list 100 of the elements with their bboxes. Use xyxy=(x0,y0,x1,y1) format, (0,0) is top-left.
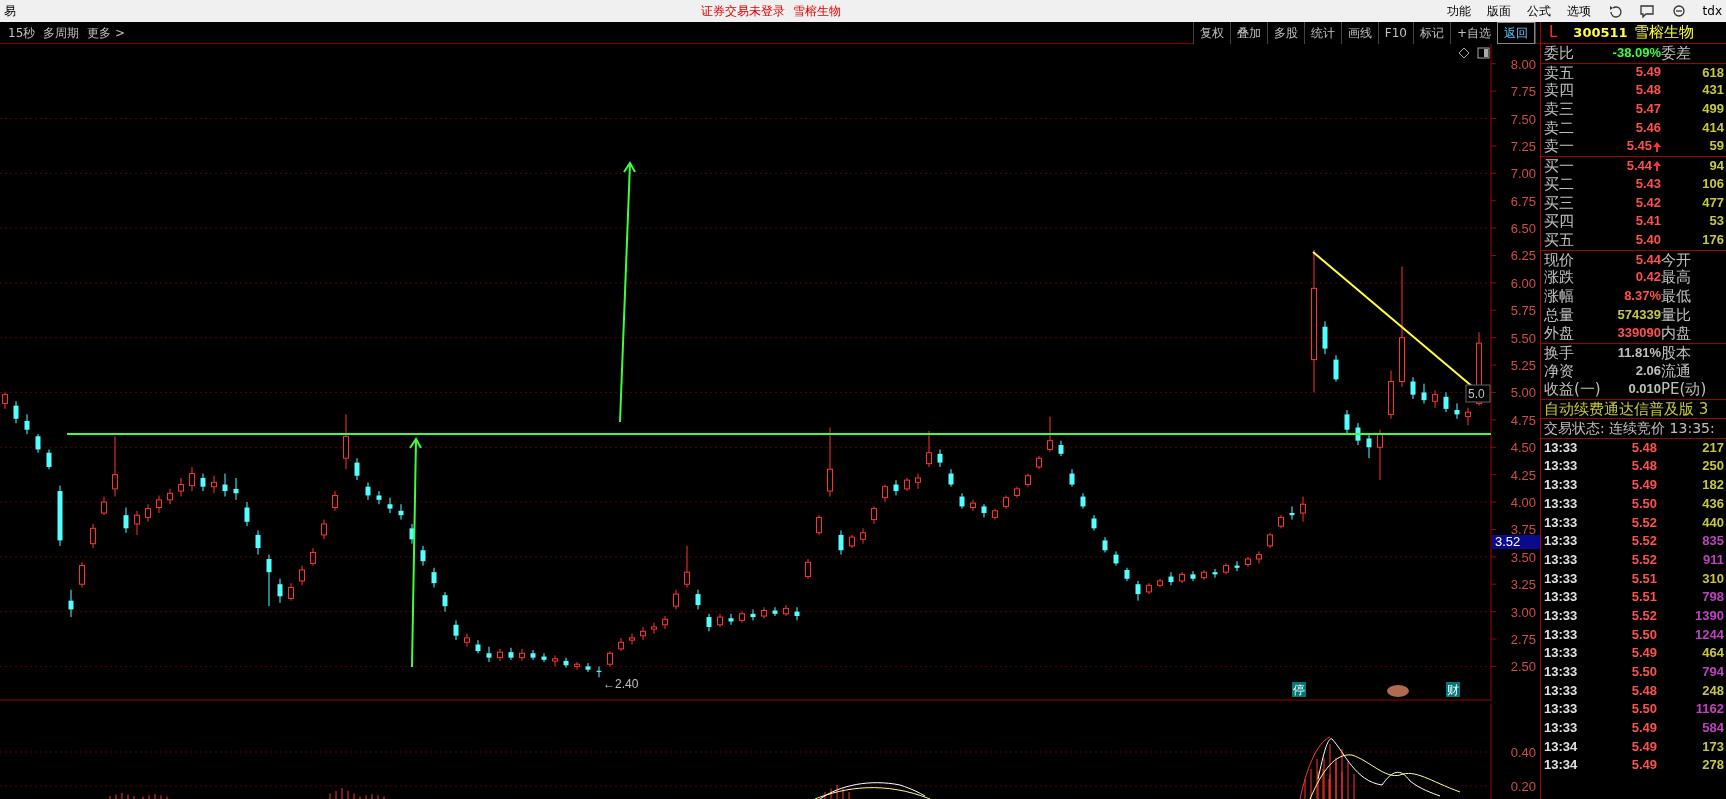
stock-code: 300511 xyxy=(1573,23,1628,42)
field-value: 2.06 xyxy=(1634,361,1661,380)
toolbar-button[interactable]: 返回 xyxy=(1497,21,1535,44)
candlestick xyxy=(728,613,734,626)
tick-price: 5.51 xyxy=(1630,569,1658,588)
tick-price: 5.49 xyxy=(1630,737,1658,756)
axis-label: 6.50 xyxy=(1510,221,1536,237)
field-label: 流通 xyxy=(1661,361,1692,381)
axis-tick xyxy=(1490,611,1497,613)
candlestick xyxy=(596,665,602,678)
candlestick xyxy=(1190,570,1196,582)
candlestick xyxy=(321,519,327,540)
tick-volume: 911 xyxy=(1702,550,1725,569)
candlestick xyxy=(838,530,844,556)
field-label: 量比 xyxy=(1661,305,1692,325)
candlestick xyxy=(750,608,756,621)
order-label: 卖一 xyxy=(1543,137,1575,157)
candlestick xyxy=(68,589,74,618)
field-label: 净资 xyxy=(1543,361,1575,381)
axis-tick xyxy=(1490,172,1497,174)
tick-price: 5.50 xyxy=(1630,494,1658,513)
candlestick xyxy=(420,545,426,567)
candlestick xyxy=(1113,550,1119,567)
tick-price: 5.49 xyxy=(1630,476,1658,495)
trade-status: 交易状态: 连续竞价 13:35: xyxy=(1543,419,1715,436)
candlestick xyxy=(233,477,239,501)
menu-item[interactable]: 功能 xyxy=(1446,2,1471,20)
candlestick xyxy=(893,479,899,496)
order-volume: 53 xyxy=(1708,212,1725,231)
candlestick xyxy=(1344,409,1350,435)
toolbar-link[interactable]: 15秒 xyxy=(8,23,36,42)
tick-time: 13:33 xyxy=(1543,476,1579,495)
tick-price: 5.52 xyxy=(1630,606,1658,625)
candlestick xyxy=(332,490,338,512)
candlestick xyxy=(376,490,382,505)
candlestick xyxy=(508,647,514,661)
order-volume: 618 xyxy=(1701,63,1725,82)
field-label: 内盘 xyxy=(1661,324,1692,343)
order-label: 买四 xyxy=(1543,212,1575,231)
candlestick xyxy=(442,591,448,613)
candlestick xyxy=(530,649,536,661)
order-price: 5.49 xyxy=(1635,63,1661,82)
speech-bubble-icon[interactable] xyxy=(1638,3,1655,19)
tick-time: 13:33 xyxy=(1543,532,1579,551)
toolbar-button[interactable]: 复权 xyxy=(1192,21,1230,44)
event-marker[interactable]: 财 xyxy=(1446,682,1460,697)
candlestick xyxy=(1454,402,1460,420)
order-label: 买一 xyxy=(1543,157,1575,175)
order-price: 5.41 xyxy=(1635,212,1661,231)
candlestick xyxy=(970,499,976,512)
candlestick xyxy=(805,558,811,580)
candlestick xyxy=(1322,320,1328,355)
marker-icon[interactable] xyxy=(1387,685,1409,697)
tick-time: 13:33 xyxy=(1543,569,1579,588)
tick-price: 5.51 xyxy=(1630,588,1658,607)
order-volume: 94 xyxy=(1708,157,1725,175)
menu-item[interactable]: 选项 xyxy=(1566,2,1591,20)
menu-item[interactable]: 版面 xyxy=(1486,2,1511,20)
candlestick xyxy=(266,554,272,607)
candlestick xyxy=(112,435,118,498)
candlestick xyxy=(211,475,217,494)
up-arrow-icon xyxy=(1653,142,1661,152)
event-marker[interactable]: 停 xyxy=(1292,682,1306,697)
axis-label: 7.75 xyxy=(1510,84,1536,100)
tick-price: 5.50 xyxy=(1630,700,1658,719)
panel-icon[interactable] xyxy=(1477,47,1490,59)
tick-time: 13:34 xyxy=(1543,737,1579,756)
candlestick xyxy=(244,501,250,527)
candlestick xyxy=(178,477,184,498)
candlestick xyxy=(365,481,371,501)
candlestick xyxy=(431,567,437,589)
candlestick xyxy=(1377,429,1383,481)
candlestick xyxy=(959,492,965,510)
diamond-icon[interactable] xyxy=(1458,47,1470,59)
ring-icon[interactable] xyxy=(1670,3,1687,19)
axis-tick xyxy=(1490,364,1497,366)
menu-item[interactable]: 公式 xyxy=(1526,2,1551,20)
candlestick xyxy=(552,654,558,667)
field-value: 5.44 xyxy=(1634,250,1661,269)
axis-label: 4.50 xyxy=(1510,440,1536,456)
toolbar-link[interactable]: 多周期 xyxy=(43,23,80,42)
axis-label: 4.00 xyxy=(1510,495,1536,511)
tick-price: 5.50 xyxy=(1630,625,1658,644)
axis-label: 6.00 xyxy=(1510,275,1536,291)
axis-label: 5.00 xyxy=(1510,385,1536,401)
order-volume: 477 xyxy=(1701,193,1725,212)
axis-tick xyxy=(1490,337,1497,339)
candlestick xyxy=(662,615,668,630)
candlestick xyxy=(255,530,261,556)
tick-volume: 1390 xyxy=(1694,606,1725,625)
axis-label: 0.20 xyxy=(1510,779,1536,794)
axis-tick xyxy=(1490,665,1497,667)
order-price: 5.48 xyxy=(1635,81,1661,100)
candlestick xyxy=(673,589,679,610)
tick-time: 13:33 xyxy=(1543,438,1579,457)
toolbar-link[interactable]: 更多 > xyxy=(87,23,126,42)
candlestick xyxy=(541,652,547,663)
field-label: 外盘 xyxy=(1543,324,1575,343)
tick-volume: 440 xyxy=(1701,513,1725,532)
candlestick xyxy=(860,527,866,545)
